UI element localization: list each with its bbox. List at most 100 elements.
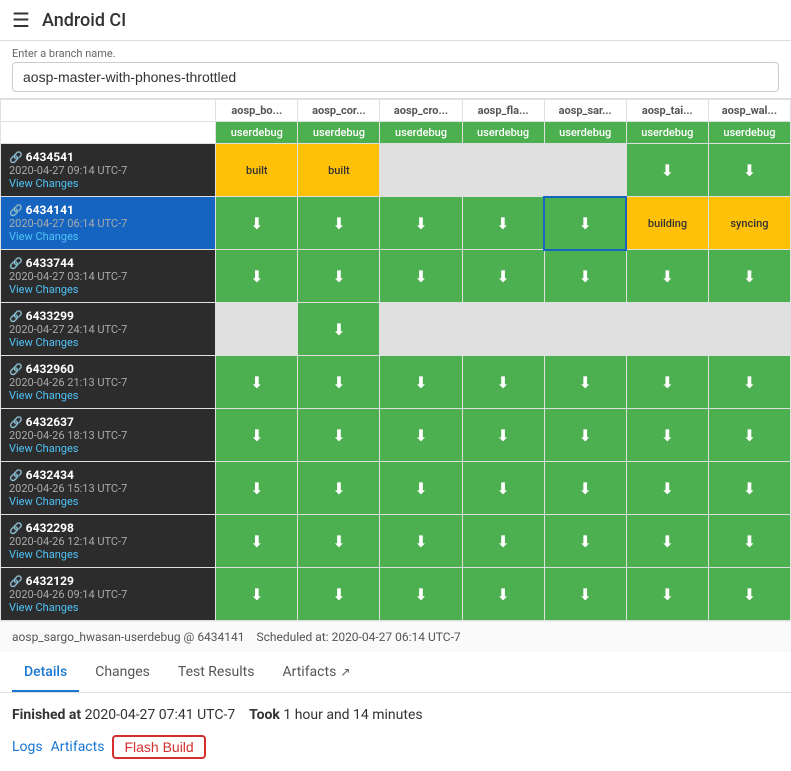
cell-6434541-0[interactable]: built — [216, 144, 298, 197]
cell-6434541-6[interactable]: ⬇ — [708, 144, 790, 197]
cell-6432637-4[interactable]: ⬇ — [544, 409, 626, 462]
cell-6432129-2[interactable]: ⬇ — [380, 568, 462, 621]
cell-6433299-3[interactable] — [462, 303, 544, 356]
cell-6432129-3[interactable]: ⬇ — [462, 568, 544, 621]
cell-6434541-1[interactable]: built — [298, 144, 380, 197]
cell-6433299-4[interactable] — [544, 303, 626, 356]
cell-6432298-6[interactable]: ⬇ — [708, 515, 790, 568]
download-icon: ⬇ — [578, 532, 591, 551]
cell-6433299-6[interactable] — [708, 303, 790, 356]
info-scheduled-label: Scheduled at: — [256, 630, 328, 644]
cell-6432434-0[interactable]: ⬇ — [216, 462, 298, 515]
cell-6434541-2[interactable] — [380, 144, 462, 197]
cell-6432129-0[interactable]: ⬇ — [216, 568, 298, 621]
col-sub-aosp_bo: userdebug — [216, 122, 298, 144]
cell-6432960-0[interactable]: ⬇ — [216, 356, 298, 409]
cell-6432129-1[interactable]: ⬇ — [298, 568, 380, 621]
cell-6434141-5[interactable]: building — [626, 197, 708, 250]
cell-6433744-2[interactable]: ⬇ — [380, 250, 462, 303]
cell-6432960-6[interactable]: ⬇ — [708, 356, 790, 409]
cell-6432298-5[interactable]: ⬇ — [626, 515, 708, 568]
cell-6433744-4[interactable]: ⬇ — [544, 250, 626, 303]
tab-test-results[interactable]: Test Results — [166, 652, 267, 692]
download-icon: ⬇ — [332, 373, 345, 392]
tab-artifacts[interactable]: Artifacts ↗ — [270, 652, 362, 692]
row-header-6432434[interactable]: 🔗 6432434 2020-04-26 15:13 UTC-7 View Ch… — [1, 462, 216, 515]
col-sub-aosp_wal: userdebug — [708, 122, 790, 144]
cell-6434141-1[interactable]: ⬇ — [298, 197, 380, 250]
cell-6432960-3[interactable]: ⬇ — [462, 356, 544, 409]
download-icon: ⬇ — [332, 320, 345, 339]
build-id: 🔗 6433744 — [9, 256, 207, 270]
cell-6433299-1[interactable]: ⬇ — [298, 303, 380, 356]
cell-6432637-6[interactable]: ⬇ — [708, 409, 790, 462]
cell-6433744-3[interactable]: ⬇ — [462, 250, 544, 303]
cell-6433299-0[interactable] — [216, 303, 298, 356]
download-icon: ⬇ — [250, 267, 263, 286]
cell-6434141-3[interactable]: ⬇ — [462, 197, 544, 250]
cell-6432434-6[interactable]: ⬇ — [708, 462, 790, 515]
cell-6432960-2[interactable]: ⬇ — [380, 356, 462, 409]
download-icon: ⬇ — [743, 426, 756, 445]
row-header-6434541[interactable]: 🔗 6434541 2020-04-27 09:14 UTC-7 View Ch… — [1, 144, 216, 197]
cell-6433744-1[interactable]: ⬇ — [298, 250, 380, 303]
table-row: 🔗 6433744 2020-04-27 03:14 UTC-7 View Ch… — [1, 250, 791, 303]
branch-input[interactable] — [12, 62, 779, 92]
cell-6433299-5[interactable] — [626, 303, 708, 356]
download-icon: ⬇ — [743, 585, 756, 604]
download-icon: ⬇ — [332, 479, 345, 498]
cell-6432434-3[interactable]: ⬇ — [462, 462, 544, 515]
cell-6432129-5[interactable]: ⬇ — [626, 568, 708, 621]
download-icon: ⬇ — [414, 585, 427, 604]
cell-6432637-2[interactable]: ⬇ — [380, 409, 462, 462]
cell-6434541-4[interactable] — [544, 144, 626, 197]
build-id: 🔗 6433299 — [9, 309, 207, 323]
cell-6432129-4[interactable]: ⬇ — [544, 568, 626, 621]
cell-6433744-6[interactable]: ⬇ — [708, 250, 790, 303]
cell-6432298-2[interactable]: ⬇ — [380, 515, 462, 568]
cell-6432298-1[interactable]: ⬇ — [298, 515, 380, 568]
cell-6432960-5[interactable]: ⬇ — [626, 356, 708, 409]
row-header-6432960[interactable]: 🔗 6432960 2020-04-26 21:13 UTC-7 View Ch… — [1, 356, 216, 409]
cell-6434541-3[interactable] — [462, 144, 544, 197]
cell-6432434-2[interactable]: ⬇ — [380, 462, 462, 515]
artifacts-link[interactable]: Artifacts — [51, 739, 105, 755]
cell-6432637-1[interactable]: ⬇ — [298, 409, 380, 462]
table-row: 🔗 6432129 2020-04-26 09:14 UTC-7 View Ch… — [1, 568, 791, 621]
cell-6432637-3[interactable]: ⬇ — [462, 409, 544, 462]
cell-6432960-4[interactable]: ⬇ — [544, 356, 626, 409]
cell-6432434-1[interactable]: ⬇ — [298, 462, 380, 515]
cell-6432637-0[interactable]: ⬇ — [216, 409, 298, 462]
cell-6432298-3[interactable]: ⬇ — [462, 515, 544, 568]
cell-6433299-2[interactable] — [380, 303, 462, 356]
cell-6433744-5[interactable]: ⬇ — [626, 250, 708, 303]
tab-changes[interactable]: Changes — [83, 652, 162, 692]
row-header-6433299[interactable]: 🔗 6433299 2020-04-27 24:14 UTC-7 View Ch… — [1, 303, 216, 356]
cell-6432637-5[interactable]: ⬇ — [626, 409, 708, 462]
row-header-6432637[interactable]: 🔗 6432637 2020-04-26 18:13 UTC-7 View Ch… — [1, 409, 216, 462]
cell-6434541-5[interactable]: ⬇ — [626, 144, 708, 197]
cell-6432298-0[interactable]: ⬇ — [216, 515, 298, 568]
col-header-aosp_bo: aosp_bo... — [216, 100, 298, 122]
row-header-6432298[interactable]: 🔗 6432298 2020-04-26 12:14 UTC-7 View Ch… — [1, 515, 216, 568]
download-icon: ⬇ — [496, 585, 509, 604]
cell-6432434-4[interactable]: ⬇ — [544, 462, 626, 515]
external-link-icon: ↗ — [340, 665, 350, 679]
cell-6434141-6[interactable]: syncing — [708, 197, 790, 250]
finished-time: 2020-04-27 07:41 UTC-7 — [85, 707, 236, 723]
cell-6434141-4[interactable]: ⬇ — [544, 197, 626, 250]
row-header-6434141[interactable]: 🔗 6434141 2020-04-27 06:14 UTC-7 View Ch… — [1, 197, 216, 250]
tab-details[interactable]: Details — [12, 652, 79, 692]
cell-6434141-2[interactable]: ⬇ — [380, 197, 462, 250]
row-header-6433744[interactable]: 🔗 6433744 2020-04-27 03:14 UTC-7 View Ch… — [1, 250, 216, 303]
cell-6432298-4[interactable]: ⬇ — [544, 515, 626, 568]
cell-6432129-6[interactable]: ⬇ — [708, 568, 790, 621]
flash-build-button[interactable]: Flash Build — [112, 735, 205, 759]
cell-6432960-1[interactable]: ⬇ — [298, 356, 380, 409]
hamburger-icon[interactable]: ☰ — [12, 8, 30, 32]
cell-6432434-5[interactable]: ⬇ — [626, 462, 708, 515]
logs-link[interactable]: Logs — [12, 739, 43, 755]
cell-6433744-0[interactable]: ⬇ — [216, 250, 298, 303]
row-header-6432129[interactable]: 🔗 6432129 2020-04-26 09:14 UTC-7 View Ch… — [1, 568, 216, 621]
cell-6434141-0[interactable]: ⬇ — [216, 197, 298, 250]
